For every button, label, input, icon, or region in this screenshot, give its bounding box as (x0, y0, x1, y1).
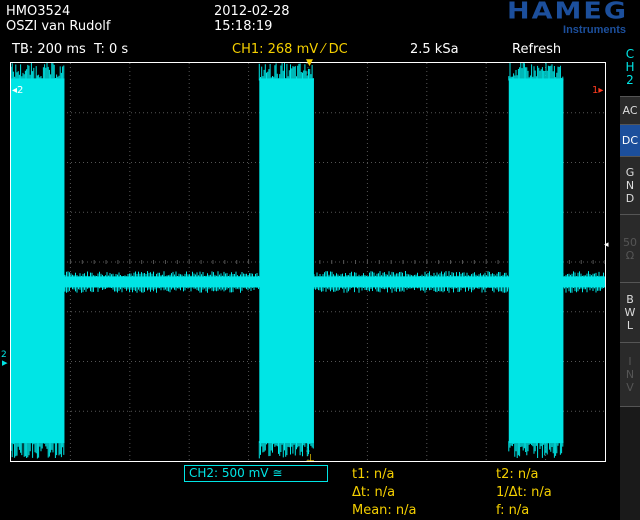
button-label: 50 (623, 235, 637, 249)
ch2-burst (259, 78, 314, 444)
coupling-dc-button[interactable]: DC (620, 124, 640, 156)
waveform-canvas (11, 63, 605, 461)
device-model: HMO3524 (6, 4, 71, 19)
coupling-ac-button[interactable]: AC (620, 96, 640, 124)
date-readout: 2012-02-28 (214, 4, 290, 19)
logo-brand: HAMEG (507, 0, 628, 25)
button-label: G (625, 166, 635, 179)
trigger-position-marker[interactable]: ▼ (306, 56, 313, 70)
button-label: AC (622, 104, 638, 117)
time-readout: 15:18:19 (214, 19, 273, 34)
ch2-scale-label: CH2: 500 mV ≅ (189, 466, 283, 480)
button-label: Ω (625, 248, 635, 262)
side-menu-empty-slot (620, 406, 640, 520)
button-label: N (625, 368, 635, 381)
button-label: L (626, 319, 634, 332)
button-label: I (628, 355, 632, 368)
button-label: V (626, 381, 634, 394)
timebase-readout: TB: 200 ms (12, 42, 86, 57)
invert-button[interactable]: I N V (620, 342, 640, 406)
waveform-display[interactable] (10, 62, 606, 462)
button-label: DC (621, 134, 639, 147)
acquisition-mode: Refresh (512, 42, 562, 57)
trigger-bottom-marker: ⊥ (306, 453, 315, 464)
button-label: D (625, 192, 635, 205)
button-label: N (625, 179, 635, 192)
cursor-delta-t: Δt: n/a (352, 485, 396, 500)
button-label: B (626, 293, 634, 306)
ch2-burst (11, 78, 65, 444)
sample-rate-readout: 2.5 kSa (410, 42, 459, 57)
ch2-level-marker[interactable]: ◂2 (12, 84, 23, 98)
coupling-gnd-button[interactable]: G N D (620, 156, 640, 214)
impedance-50ohm-button[interactable]: 50 Ω (620, 214, 640, 282)
cursor-inverse-delta-t: 1/Δt: n/a (496, 485, 552, 500)
cursor-t2: t2: n/a (496, 467, 539, 482)
hameg-logo: HAMEG Instruments (452, 0, 630, 40)
channel-label-char: 2 (626, 73, 634, 87)
cursor-frequency: f: n/a (496, 503, 530, 518)
ch1-trigger-readout: CH1: 268 mV ⁄ DC (232, 42, 348, 57)
ch2-scale-box[interactable]: CH2: 500 mV ≅ (184, 465, 328, 482)
ch1-level-marker[interactable]: 1▸ (592, 84, 603, 98)
cursor-mean: Mean: n/a (352, 503, 417, 518)
trigger-time-readout: T: 0 s (94, 42, 129, 57)
bandwidth-limit-button[interactable]: B W L (620, 282, 640, 342)
ch1-level-marker-label: 1 (592, 85, 599, 96)
button-label: W (624, 306, 636, 319)
trigger-level-marker[interactable]: ◂ (604, 238, 609, 252)
ch2-offset-marker-label: 2 (1, 350, 7, 360)
side-menu-channel-label: C H 2 (624, 48, 636, 87)
ch2-offset-marker[interactable]: ▸ 2 (1, 350, 8, 370)
device-name: OSZI van Rudolf (6, 19, 111, 34)
logo-sub: Instruments (563, 24, 626, 36)
cursor-t1: t1: n/a (352, 467, 395, 482)
ch2-burst (508, 78, 564, 444)
ch2-level-marker-label: 2 (17, 85, 24, 96)
